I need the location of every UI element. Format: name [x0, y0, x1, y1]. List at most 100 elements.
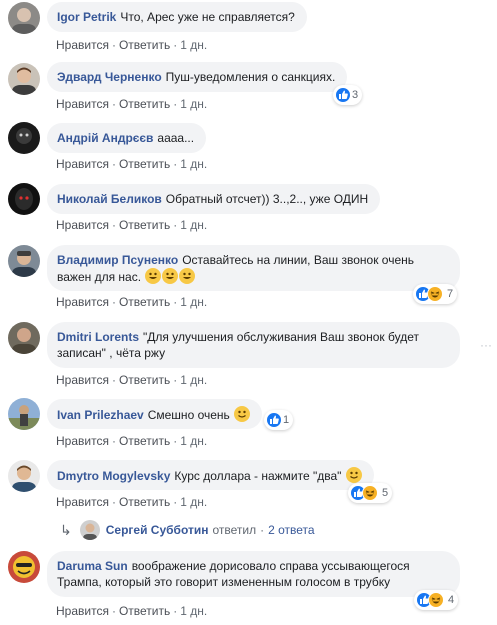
smile-emoji-icon — [345, 467, 362, 483]
haha-reaction-icon — [428, 592, 444, 608]
comment-author[interactable]: Эдвард Черненко — [57, 70, 162, 84]
comments-section: Igor Petrik Что, Арес уже не справляется?… — [0, 0, 497, 625]
avatar[interactable] — [8, 398, 40, 430]
reply-author[interactable]: Сергей Субботин — [106, 523, 209, 537]
like-link[interactable]: Нравится — [56, 604, 109, 618]
comment-text: Смешно очень — [147, 408, 230, 422]
comment-time[interactable]: 1 дн. — [180, 97, 207, 111]
comment-author[interactable]: Dmitri Lorents — [57, 330, 139, 344]
grin-emoji-icon — [145, 268, 162, 284]
reply-link[interactable]: Ответить — [119, 604, 170, 618]
more-options-icon[interactable]: ··· — [480, 339, 492, 351]
reply-link[interactable]: Ответить — [119, 38, 170, 52]
comment-author[interactable]: Daruma Sun — [57, 559, 128, 573]
like-link[interactable]: Нравится — [56, 295, 109, 309]
comment-actions: Нравится · Ответить · 1 дн. — [56, 434, 208, 448]
comment-time[interactable]: 1 дн. — [180, 604, 207, 618]
like-reaction-icon — [266, 412, 282, 428]
like-link[interactable]: Нравится — [56, 97, 109, 111]
comment-actions: Нравится · Ответить · 1 дн. — [56, 97, 208, 111]
reply-avatar — [79, 520, 100, 540]
comment-bubble: Ivan Prilezhaev Смешно очень — [47, 399, 263, 429]
avatar[interactable] — [8, 183, 40, 215]
replies-summary[interactable]: ↳ Сергей Субботин ответил · 2 ответа — [60, 520, 315, 540]
comment-text-line: Оставайтесь на линии, Ваш звонок очень — [182, 253, 415, 267]
comment-bubble: Николай Беликов Обратный отсчет)) 3..,2..… — [47, 184, 381, 214]
reply-link[interactable]: Ответить — [119, 97, 170, 111]
reaction-count: 3 — [352, 89, 359, 101]
comment-text-line: "Для улучшения обслуживания Ваш звонок б… — [143, 330, 419, 344]
reply-link[interactable]: Ответить — [119, 495, 170, 509]
reactions-badge[interactable]: 4 — [414, 590, 459, 610]
comment-time[interactable]: 1 дн. — [180, 218, 207, 232]
like-link[interactable]: Нравится — [56, 38, 109, 52]
comment-text-line: воображение дорисовало справа уссывающег… — [131, 559, 410, 573]
avatar[interactable] — [8, 551, 40, 583]
comment-actions: Нравится · Ответить · 1 дн. — [56, 295, 208, 309]
avatar[interactable] — [8, 2, 40, 34]
comment-actions: Нравится · Ответить · 1 дн. — [56, 157, 208, 171]
reply-link[interactable]: Ответить — [119, 295, 170, 309]
comment-text: аааа... — [157, 131, 195, 145]
like-link[interactable]: Нравится — [56, 495, 109, 509]
avatar[interactable] — [8, 245, 40, 277]
comment-author[interactable]: Владимир Псуненко — [57, 253, 178, 267]
comment-text-line: важен для нас. — [57, 270, 142, 284]
reply-link[interactable]: Ответить — [119, 434, 170, 448]
comment-actions: Нравится · Ответить · 1 дн. — [56, 38, 208, 52]
comment-time[interactable]: 1 дн. — [180, 157, 207, 171]
comment-text: Пуш-уведомления о санкциях. — [165, 70, 336, 84]
avatar[interactable] — [8, 122, 40, 154]
comment-time[interactable]: 1 дн. — [180, 38, 207, 52]
reaction-count: 7 — [447, 288, 454, 300]
comment-time[interactable]: 1 дн. — [180, 373, 207, 387]
comment-author[interactable]: Андрій Андрєєв — [57, 131, 153, 145]
comment-text: Курс доллара - нажмите "два" — [174, 469, 342, 483]
like-link[interactable]: Нравится — [56, 157, 109, 171]
reply-link[interactable]: Ответить — [119, 373, 170, 387]
reply-count-link[interactable]: 2 ответа — [268, 523, 314, 537]
haha-reaction-icon — [427, 286, 443, 302]
comment-time[interactable]: 1 дн. — [180, 295, 207, 309]
reactions-badge[interactable]: 5 — [348, 483, 393, 503]
comment-text-line: Трампа, который это говорит измененным г… — [57, 575, 391, 589]
smile-emoji-icon — [234, 406, 251, 422]
reactions-badge[interactable]: 3 — [333, 85, 363, 105]
comment-author[interactable]: Dmytro Mogylevsky — [57, 469, 170, 483]
comment-text: Обратный отсчет)) 3..,2.., уже ОДИН — [165, 192, 369, 206]
comment-actions: Нравится · Ответить · 1 дн. — [56, 604, 208, 618]
reaction-count: 5 — [382, 487, 389, 499]
comment-bubble: Андрій Андрєєв аааа... — [47, 123, 207, 153]
comment-text-line: записан" , чёта ржу — [57, 346, 166, 360]
reactions-badge[interactable]: 7 — [413, 284, 458, 304]
comment-time[interactable]: 1 дн. — [180, 495, 207, 509]
comment-bubble: Igor Petrik Что, Арес уже не справляется? — [47, 2, 307, 32]
like-link[interactable]: Нравится — [56, 434, 109, 448]
avatar[interactable] — [8, 460, 40, 492]
comment-author[interactable]: Николай Беликов — [57, 192, 162, 206]
grin-emoji-icon — [179, 268, 196, 284]
like-reaction-icon — [335, 87, 351, 103]
haha-reaction-icon — [362, 485, 378, 501]
comment-bubble: Dmitri Lorents "Для улучшения обслуживани… — [47, 322, 460, 368]
comment-time[interactable]: 1 дн. — [180, 434, 207, 448]
like-link[interactable]: Нравится — [56, 218, 109, 232]
comment-actions: Нравится · Ответить · 1 дн. — [56, 373, 208, 387]
comment-text: Что, Арес уже не справляется? — [120, 10, 295, 24]
comment-bubble: Daruma Sun воображение дорисовало справа … — [47, 551, 460, 597]
comment-author[interactable]: Ivan Prilezhaev — [57, 408, 144, 422]
reaction-count: 4 — [448, 594, 455, 606]
comment-actions: Нравится · Ответить · 1 дн. — [56, 218, 208, 232]
grin-emoji-icon — [162, 268, 179, 284]
avatar[interactable] — [8, 63, 40, 95]
reaction-count: 1 — [283, 414, 290, 426]
comment-author[interactable]: Igor Petrik — [57, 10, 116, 24]
avatar[interactable] — [8, 322, 40, 354]
comment-bubble: Владимир Псуненко Оставайтесь на линии, В… — [47, 245, 460, 291]
reply-arrow-icon: ↳ — [60, 521, 72, 538]
comment-bubble: Эдвард Черненко Пуш-уведомления о санкция… — [47, 62, 348, 92]
reactions-badge[interactable]: 1 — [264, 410, 294, 430]
like-link[interactable]: Нравится — [56, 373, 109, 387]
reply-link[interactable]: Ответить — [119, 218, 170, 232]
reply-link[interactable]: Ответить — [119, 157, 170, 171]
